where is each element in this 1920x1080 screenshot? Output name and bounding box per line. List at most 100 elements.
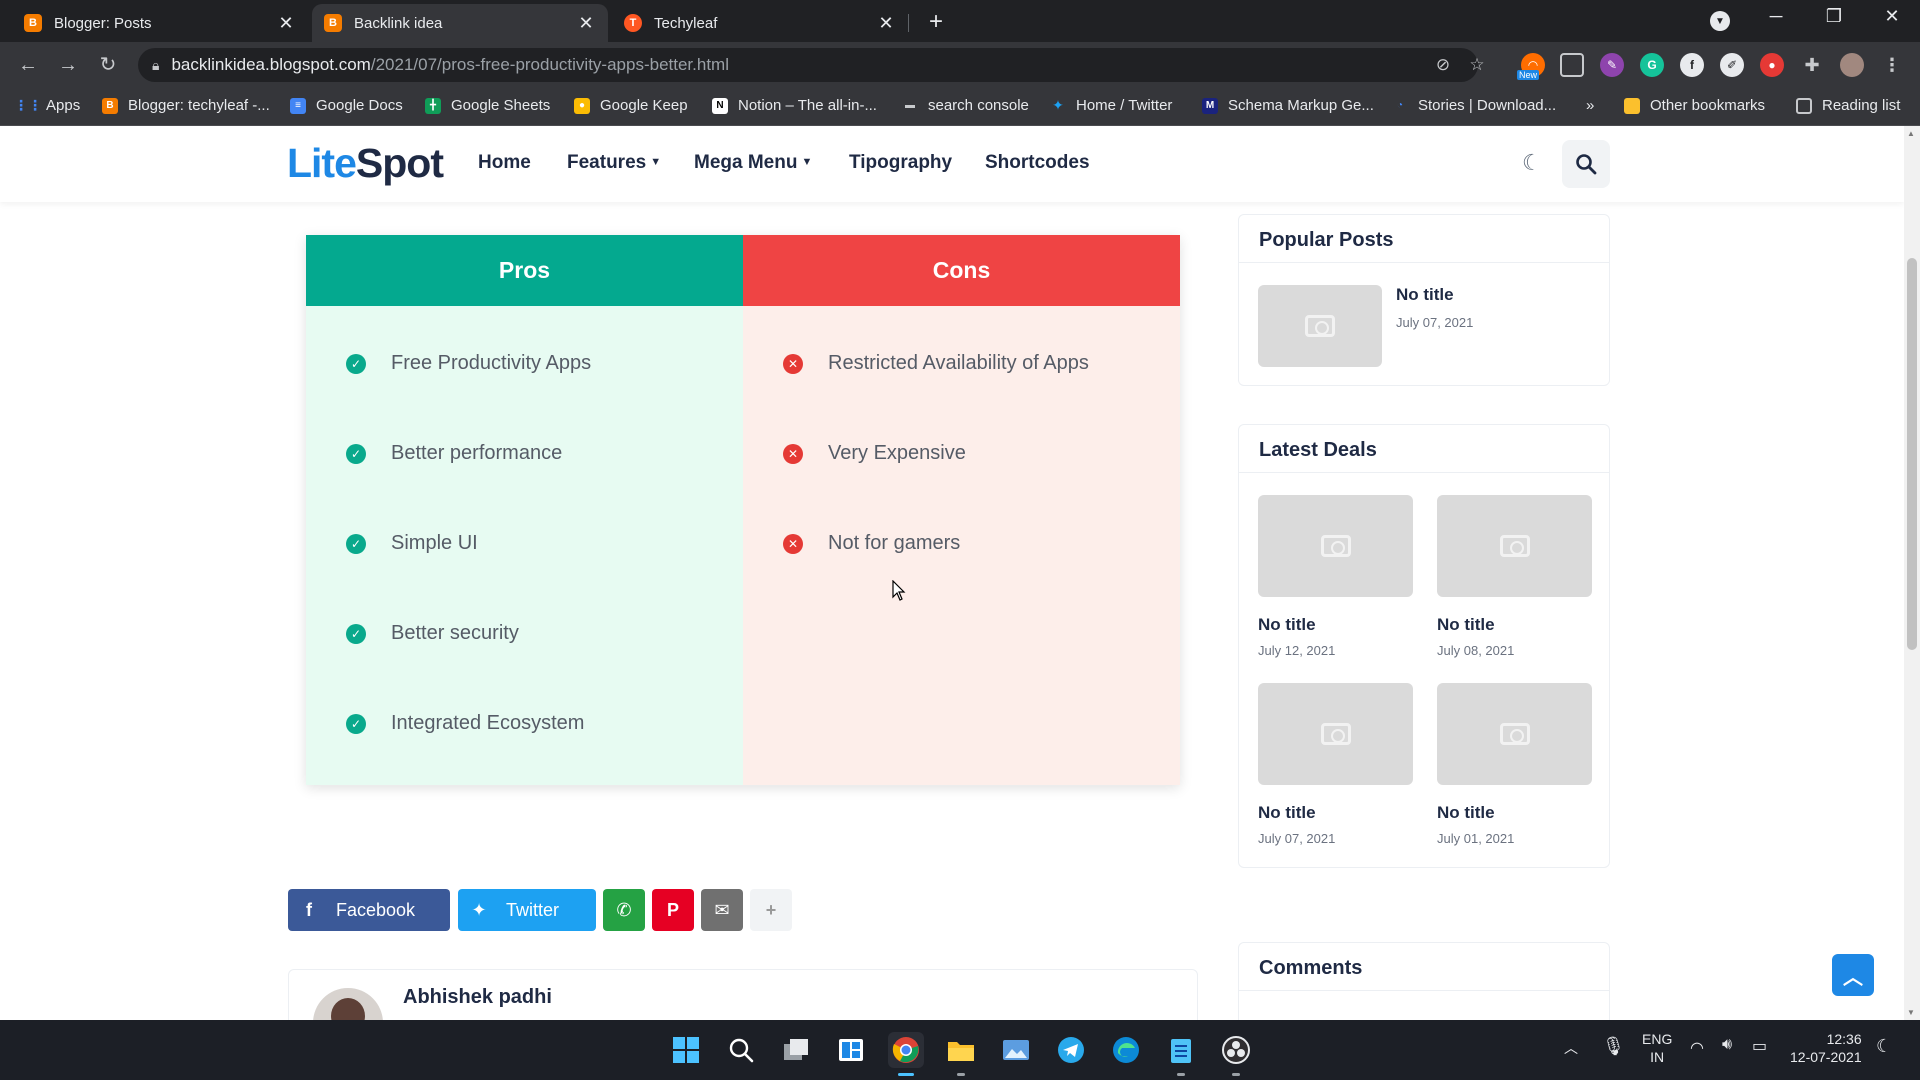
- tray-overflow-icon[interactable]: ︿: [1564, 1038, 1578, 1058]
- telegram-icon[interactable]: [1053, 1032, 1089, 1068]
- share-facebook-button[interactable]: f Facebook: [288, 889, 450, 931]
- language-indicator[interactable]: ENG IN: [1642, 1030, 1672, 1066]
- task-view-icon[interactable]: [778, 1032, 814, 1068]
- bookmarks-more-icon[interactable]: »: [1586, 97, 1594, 114]
- windows-start-icon[interactable]: [668, 1032, 704, 1068]
- volume-icon[interactable]: 🔊︎: [1722, 1036, 1732, 1054]
- bookmark-star-icon[interactable]: ☆: [1464, 48, 1490, 82]
- profile-avatar[interactable]: [1840, 53, 1864, 77]
- close-icon[interactable]: ✕: [276, 13, 296, 34]
- share-whatsapp-button[interactable]: ✆: [603, 889, 645, 931]
- share-label: Twitter: [506, 899, 560, 920]
- deal-thumbnail[interactable]: [1258, 683, 1413, 785]
- post-thumbnail[interactable]: [1258, 285, 1382, 367]
- widgets-icon[interactable]: [833, 1032, 869, 1068]
- back-to-top-button[interactable]: ︿: [1832, 954, 1874, 996]
- close-icon[interactable]: ✕: [576, 13, 596, 34]
- page-scrollbar[interactable]: ▲ ▼: [1904, 126, 1920, 1020]
- bookmark-blogger[interactable]: B Blogger: techyleaf -...: [102, 97, 270, 114]
- bookmark-stories[interactable]: ◔ Stories | Download...: [1392, 97, 1556, 114]
- fonts-extension-icon[interactable]: f: [1680, 53, 1704, 77]
- deal-thumbnail[interactable]: [1437, 683, 1592, 785]
- notepad-icon[interactable]: [1163, 1032, 1199, 1076]
- share-pinterest-button[interactable]: P: [652, 889, 694, 931]
- camera-icon: [1499, 535, 1530, 557]
- deal-title[interactable]: No title: [1258, 615, 1316, 635]
- photos-icon[interactable]: [998, 1032, 1034, 1068]
- reload-icon[interactable]: ↻: [94, 51, 122, 79]
- deal-thumbnail[interactable]: [1437, 495, 1592, 597]
- bookmark-twitter[interactable]: ✦ Home / Twitter: [1050, 97, 1172, 114]
- new-tab-button[interactable]: +: [922, 8, 950, 36]
- extension-feather-icon[interactable]: ✎: [1600, 53, 1624, 77]
- scroll-down-icon[interactable]: ▼: [1907, 1008, 1915, 1017]
- back-icon[interactable]: ←: [14, 51, 42, 79]
- language-code: ENG: [1642, 1031, 1673, 1047]
- pros-item-label: Integrated Ecosystem: [391, 712, 585, 734]
- close-icon[interactable]: ✕: [876, 13, 896, 34]
- deal-title[interactable]: No title: [1437, 803, 1495, 823]
- bookmark-notion[interactable]: N Notion – The all-in-...: [712, 97, 877, 114]
- post-title[interactable]: No title: [1396, 285, 1454, 305]
- bookmark-other-bookmarks[interactable]: Other bookmarks: [1624, 97, 1765, 114]
- file-explorer-icon[interactable]: [943, 1032, 979, 1076]
- bookmark-reading-list[interactable]: Reading list: [1796, 97, 1900, 114]
- deal-title[interactable]: No title: [1258, 803, 1316, 823]
- extensions-puzzle-icon[interactable]: ✚: [1800, 53, 1824, 77]
- bookmark-google-docs[interactable]: ≡ Google Docs: [290, 97, 403, 114]
- author-name[interactable]: Abhishek padhi: [403, 986, 552, 1009]
- scroll-up-icon[interactable]: ▲: [1907, 129, 1915, 138]
- extension-window-icon[interactable]: [1560, 53, 1584, 77]
- taskbar-search-icon[interactable]: [723, 1032, 759, 1068]
- tab-backlink-idea[interactable]: B Backlink idea ✕: [312, 4, 608, 42]
- clock[interactable]: 12:36 12-07-2021: [1790, 1030, 1862, 1066]
- share-more-button[interactable]: +: [750, 889, 792, 931]
- nav-shortcodes[interactable]: Shortcodes: [985, 152, 1090, 174]
- lock-icon[interactable]: 🔒︎: [152, 57, 159, 74]
- minimize-icon[interactable]: ─: [1756, 6, 1796, 27]
- pros-item: ✓ Simple UI: [346, 532, 478, 555]
- site-logo[interactable]: LiteSpot: [287, 140, 444, 187]
- tab-techyleaf[interactable]: T Techyleaf ✕: [612, 4, 908, 42]
- reading-list-icon: [1796, 97, 1812, 114]
- menu-kebab-icon[interactable]: ⋮: [1880, 53, 1904, 77]
- extension-shield-icon[interactable]: ●: [1760, 53, 1784, 77]
- chrome-taskbar-icon[interactable]: [888, 1032, 924, 1076]
- search-button[interactable]: [1562, 140, 1610, 188]
- check-circle-icon: ✓: [346, 533, 366, 554]
- notifications-icon[interactable]: ☾: [1876, 1036, 1892, 1057]
- forward-icon[interactable]: →: [54, 51, 82, 79]
- moon-icon[interactable]: ☾: [1522, 150, 1542, 176]
- pros-item: ✓ Better security: [346, 622, 519, 645]
- bookmark-label: Google Sheets: [451, 97, 551, 114]
- nav-tipography[interactable]: Tipography: [849, 152, 952, 174]
- nav-mega-menu[interactable]: Mega Menu ▼: [694, 152, 812, 174]
- deal-title[interactable]: No title: [1437, 615, 1495, 635]
- bookmark-search-console[interactable]: ▬ search console: [902, 97, 1029, 114]
- edge-icon[interactable]: [1108, 1032, 1144, 1068]
- nav-features[interactable]: Features ▼: [567, 152, 661, 174]
- wifi-icon[interactable]: ◠: [1690, 1038, 1704, 1058]
- bookmark-google-keep[interactable]: ● Google Keep: [574, 97, 688, 114]
- deal-date: July 07, 2021: [1258, 831, 1336, 846]
- bookmark-apps[interactable]: ⋮⋮ Apps: [14, 97, 80, 114]
- bookmark-google-sheets[interactable]: ╋ Google Sheets: [425, 97, 550, 114]
- tab-blogger-posts[interactable]: B Blogger: Posts ✕: [12, 4, 308, 42]
- restore-icon[interactable]: ❐: [1814, 6, 1854, 27]
- nav-home[interactable]: Home: [478, 152, 531, 174]
- bookmark-schema[interactable]: M Schema Markup Ge...: [1202, 97, 1374, 114]
- scrollbar-thumb[interactable]: [1907, 258, 1917, 650]
- eyedropper-icon[interactable]: ✐: [1720, 53, 1744, 77]
- techyleaf-icon: T: [624, 14, 642, 32]
- eye-off-icon[interactable]: ⊘: [1430, 48, 1456, 82]
- deal-thumbnail[interactable]: [1258, 495, 1413, 597]
- address-bar[interactable]: 🔒︎ backlinkidea.blogspot.com/2021/07/pro…: [138, 48, 1485, 82]
- microphone-icon[interactable]: 🎙︎: [1602, 1036, 1625, 1057]
- grammarly-icon[interactable]: G: [1640, 53, 1664, 77]
- tab-search-icon[interactable]: ▼: [1710, 11, 1730, 31]
- obs-icon[interactable]: [1218, 1032, 1254, 1076]
- share-twitter-button[interactable]: ✦ Twitter: [458, 889, 596, 931]
- battery-icon[interactable]: ▭: [1752, 1036, 1767, 1056]
- share-email-button[interactable]: ✉: [701, 889, 743, 931]
- window-close-icon[interactable]: ✕: [1872, 6, 1912, 27]
